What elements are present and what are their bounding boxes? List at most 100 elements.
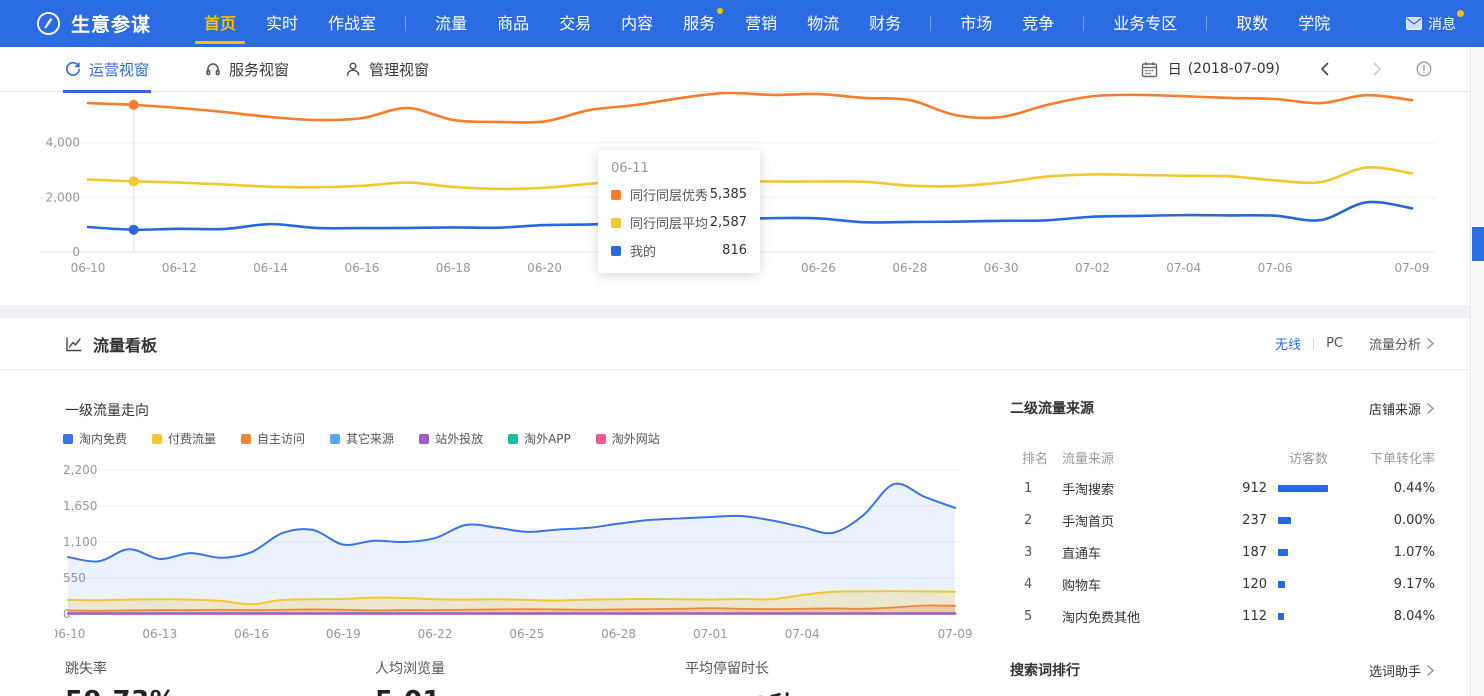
svg-text:2,200: 2,200 — [63, 463, 97, 477]
chevron-left-icon[interactable] — [1318, 62, 1332, 76]
section-title: 流量看板 — [93, 332, 157, 356]
source-name: 手淘首页 — [1062, 511, 1114, 530]
table-row[interactable]: 1手淘搜索9120.44% — [1010, 472, 1435, 504]
conversion: 0.44% — [1394, 481, 1435, 496]
legend-label: 淘内免费 — [79, 430, 127, 447]
tab-management-view[interactable]: 管理视窗 — [345, 47, 429, 92]
svg-text:4,000: 4,000 — [46, 136, 80, 150]
device-tab-wireless[interactable]: 无线 — [1275, 334, 1301, 353]
legend-swatch — [596, 434, 606, 444]
nav-item-服务[interactable]: 服务 — [683, 0, 715, 47]
table-row[interactable]: 4购物车1209.17% — [1010, 568, 1435, 600]
legend-item-其它来源[interactable]: 其它来源 — [330, 430, 394, 447]
tab-operations-view[interactable]: 运营视窗 — [65, 47, 149, 92]
device-switch: 无线 PC 流量分析 — [1275, 334, 1435, 353]
nav-item-商品[interactable]: 商品 — [497, 0, 529, 47]
nav-item-内容[interactable]: 内容 — [621, 0, 653, 47]
svg-text:07-09: 07-09 — [938, 627, 973, 641]
series-value: 5,385 — [710, 187, 747, 202]
metric-avg-stay-time: 平均停留时长 17.48秒 — [685, 658, 796, 696]
svg-text:06-16: 06-16 — [234, 627, 269, 641]
nav-item-物流[interactable]: 物流 — [807, 0, 839, 47]
chevron-right-icon — [1426, 338, 1435, 349]
tooltip-date: 06-11 — [611, 161, 747, 176]
nav-item-营销[interactable]: 营销 — [745, 0, 777, 47]
conversion: 9.17% — [1394, 577, 1435, 592]
legend-item-淘外APP[interactable]: 淘外APP — [508, 430, 571, 447]
primary-traffic-chart[interactable]: 05501,1001,6502,20006-1006-1306-1606-190… — [55, 455, 975, 650]
info-icon[interactable] — [1416, 61, 1432, 77]
source-name: 购物车 — [1062, 575, 1101, 594]
nav-item-学院[interactable]: 学院 — [1298, 0, 1330, 47]
app-logo-icon — [36, 11, 61, 36]
date-granularity[interactable]: 日 — [1168, 59, 1182, 79]
source-name: 直通车 — [1062, 543, 1101, 562]
legend-swatch — [419, 434, 429, 444]
metric-value: 5.01 — [375, 686, 445, 696]
legend-item-付费流量[interactable]: 付费流量 — [152, 430, 216, 447]
source-name: 手淘搜索 — [1062, 479, 1114, 498]
visitors-bar — [1278, 517, 1291, 524]
nav-item-实时[interactable]: 实时 — [266, 0, 298, 47]
brand[interactable]: 生意参谋 — [36, 10, 151, 37]
sources-table-body: 1手淘搜索9120.44%2手淘首页2370.00%3直通车1871.07%4购… — [1010, 472, 1435, 632]
nav-divider — [930, 16, 931, 31]
legend-swatch — [241, 434, 251, 444]
date-value[interactable]: (2018-07-09) — [1188, 61, 1280, 77]
nav-item-流量[interactable]: 流量 — [435, 0, 467, 47]
secondary-sources-title: 二级流量来源 — [1010, 398, 1094, 418]
industry-trend-panel: 02,0004,00006-1006-1206-1406-1606-1806-2… — [0, 92, 1470, 305]
page-scrollbar[interactable] — [1470, 47, 1484, 696]
svg-text:06-28: 06-28 — [892, 261, 927, 275]
rank: 3 — [1024, 545, 1032, 560]
series-value: 2,587 — [710, 215, 747, 230]
nav-item-作战室[interactable]: 作战室 — [328, 0, 376, 47]
trend-legend: 淘内免费 付费流量 自主访问 其它来源 站外投放 淘外APP 淘外网站 — [63, 430, 685, 447]
visitors-bar — [1278, 485, 1328, 492]
tab-label: 管理视窗 — [369, 59, 429, 80]
nav-item-财务[interactable]: 财务 — [869, 0, 901, 47]
headset-icon — [205, 61, 221, 77]
legend-swatch — [152, 434, 162, 444]
svg-text:06-26: 06-26 — [801, 261, 836, 275]
metric-bounce-rate: 跳失率 59.73% — [65, 658, 176, 696]
svg-text:06-19: 06-19 — [326, 627, 361, 641]
nav-message[interactable]: 消息 — [1406, 14, 1456, 34]
legend-label: 付费流量 — [168, 430, 216, 447]
shop-sources-link[interactable]: 店铺来源 — [1369, 399, 1435, 418]
tab-service-view[interactable]: 服务视窗 — [205, 47, 289, 92]
svg-text:07-04: 07-04 — [1166, 261, 1201, 275]
table-row[interactable]: 2手淘首页2370.00% — [1010, 504, 1435, 536]
nav-item-市场[interactable]: 市场 — [960, 0, 992, 47]
nav-item-取数[interactable]: 取数 — [1236, 0, 1268, 47]
legend-item-淘内免费[interactable]: 淘内免费 — [63, 430, 127, 447]
legend-item-淘外网站[interactable]: 淘外网站 — [596, 430, 660, 447]
traffic-analysis-link-label: 流量分析 — [1369, 334, 1421, 353]
word-picker-link[interactable]: 选词助手 — [1369, 661, 1435, 680]
tooltip-row: 同行同层优秀5,385 — [611, 185, 747, 204]
metric-label: 人均浏览量 — [375, 658, 445, 678]
legend-label: 其它来源 — [346, 430, 394, 447]
table-row[interactable]: 5淘内免费其他1128.04% — [1010, 600, 1435, 632]
col-source: 流量来源 — [1062, 448, 1114, 467]
nav-item-业务专区[interactable]: 业务专区 — [1113, 0, 1177, 47]
legend-item-站外投放[interactable]: 站外投放 — [419, 430, 483, 447]
calendar-icon[interactable] — [1141, 61, 1158, 78]
rank: 5 — [1024, 609, 1032, 624]
visitors-bar — [1278, 613, 1284, 620]
traffic-analysis-link[interactable]: 流量分析 — [1369, 334, 1435, 353]
legend-label: 自主访问 — [257, 430, 305, 447]
metric-pages-per-visit: 人均浏览量 5.01 — [375, 658, 445, 696]
nav-item-交易[interactable]: 交易 — [559, 0, 591, 47]
table-row[interactable]: 3直通车1871.07% — [1010, 536, 1435, 568]
notification-dot — [717, 8, 723, 14]
divider — [1313, 338, 1314, 350]
nav-item-首页[interactable]: 首页 — [204, 0, 236, 47]
legend-item-自主访问[interactable]: 自主访问 — [241, 430, 305, 447]
traffic-board-panel: 流量看板 无线 PC 流量分析 一级流量走向 淘内免费付费流量自主访问其它来源站… — [0, 318, 1470, 696]
nav-item-竞争[interactable]: 竞争 — [1022, 0, 1054, 47]
scrollbar-thumb[interactable] — [1472, 227, 1484, 261]
chevron-right-icon[interactable] — [1370, 62, 1384, 76]
device-tab-pc[interactable]: PC — [1326, 336, 1343, 351]
col-conversion: 下单转化率 — [1370, 448, 1435, 467]
